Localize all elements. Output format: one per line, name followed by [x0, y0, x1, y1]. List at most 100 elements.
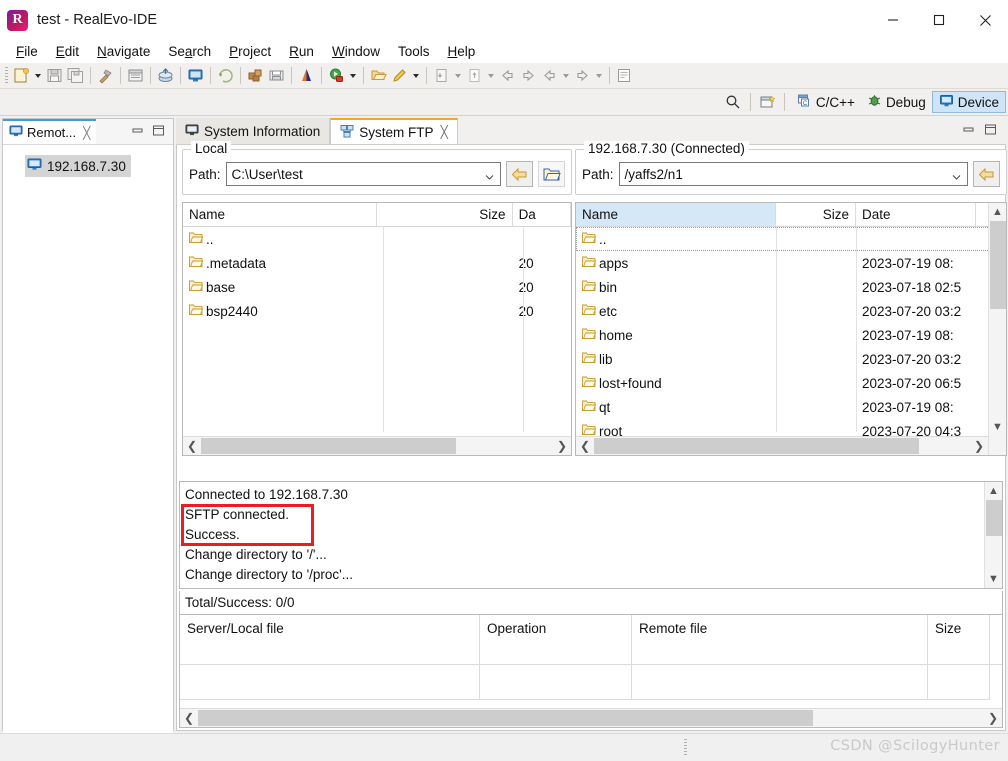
- edit-icon[interactable]: [389, 65, 410, 86]
- ftp-console[interactable]: Connected to 192.168.7.30 SFTP connected…: [179, 481, 1003, 589]
- prev-dropdown-icon[interactable]: [560, 65, 572, 86]
- scroll-down-icon[interactable]: ▼: [988, 570, 999, 588]
- close-icon[interactable]: ╳: [441, 125, 448, 139]
- scroll-track[interactable]: [989, 221, 1007, 418]
- remote-path-input[interactable]: /yaffs2/n1: [618, 162, 968, 186]
- local-col-name[interactable]: Name: [183, 203, 377, 226]
- local-col-date[interactable]: Da: [513, 203, 571, 226]
- chevron-down-icon[interactable]: [485, 170, 494, 180]
- build-hammer-icon[interactable]: [95, 65, 116, 86]
- scroll-up-icon[interactable]: ▲: [988, 482, 999, 500]
- table-row[interactable]: ..: [183, 227, 571, 251]
- chevron-down-icon[interactable]: [952, 170, 961, 180]
- scroll-thumb[interactable]: [201, 438, 456, 454]
- run-last-icon[interactable]: [215, 65, 236, 86]
- menu-file[interactable]: File: [7, 42, 47, 61]
- scroll-thumb[interactable]: [985, 500, 1002, 536]
- table-row[interactable]: etc 2023-07-20 03:2: [576, 299, 1006, 323]
- scroll-track[interactable]: [198, 709, 984, 727]
- tab-remote-systems[interactable]: Remot... ╳: [3, 119, 97, 144]
- build-all-icon[interactable]: [245, 65, 266, 86]
- maximize-button[interactable]: [916, 0, 962, 40]
- toolbar-grip[interactable]: [5, 66, 8, 85]
- remote-file-table[interactable]: Name Size Date .. apps 2023-07-19 08: bi…: [575, 202, 1007, 456]
- console-icon[interactable]: [185, 65, 206, 86]
- new-project-icon[interactable]: [125, 65, 146, 86]
- minimize-icon[interactable]: [131, 124, 144, 140]
- perspective-debug[interactable]: Debug: [861, 91, 932, 113]
- remote-col-size[interactable]: Size: [776, 203, 856, 226]
- scroll-thumb[interactable]: [594, 438, 919, 454]
- tree-item-host[interactable]: 192.168.7.30: [25, 155, 131, 177]
- toolchain-icon[interactable]: [296, 65, 317, 86]
- status-bar-grip[interactable]: [684, 739, 687, 755]
- new-editor-icon[interactable]: [614, 65, 635, 86]
- table-row[interactable]: apps 2023-07-19 08:: [576, 251, 1006, 275]
- maximize-icon[interactable]: [152, 124, 165, 140]
- remote-horizontal-scrollbar[interactable]: ❮ ❯: [576, 436, 988, 455]
- table-row[interactable]: bsp2440 20: [183, 299, 571, 323]
- menu-edit[interactable]: Edit: [47, 42, 88, 61]
- menu-search[interactable]: Search: [159, 42, 220, 61]
- transfer-col-operation[interactable]: Operation: [480, 615, 632, 664]
- minimize-button[interactable]: [870, 0, 916, 40]
- menu-tools[interactable]: Tools: [389, 42, 439, 61]
- scroll-track[interactable]: [201, 437, 553, 455]
- remote-col-date[interactable]: Date: [856, 203, 976, 226]
- table-row[interactable]: ..: [576, 227, 1006, 251]
- import-dropdown-icon[interactable]: [452, 65, 464, 86]
- close-icon[interactable]: ╳: [83, 126, 90, 140]
- transfer-col-remote[interactable]: Remote file: [632, 615, 928, 664]
- local-horizontal-scrollbar[interactable]: ❮ ❯: [183, 436, 571, 455]
- scroll-left-icon[interactable]: ❮: [180, 709, 198, 727]
- local-browse-button[interactable]: [538, 161, 565, 187]
- import-icon[interactable]: [431, 65, 452, 86]
- table-row[interactable]: base 20: [183, 275, 571, 299]
- next-dropdown-icon[interactable]: [593, 65, 605, 86]
- scroll-down-icon[interactable]: ▼: [992, 418, 1003, 436]
- publish-icon[interactable]: [155, 65, 176, 86]
- close-button[interactable]: [962, 0, 1008, 40]
- menu-project[interactable]: Project: [220, 42, 280, 61]
- scroll-left-icon[interactable]: ❮: [576, 437, 594, 455]
- run-icon[interactable]: [326, 65, 347, 86]
- maximize-icon[interactable]: [984, 123, 997, 139]
- open-perspective-icon[interactable]: [757, 92, 778, 113]
- export-icon[interactable]: [464, 65, 485, 86]
- minimize-icon[interactable]: [962, 123, 975, 139]
- new-file-icon[interactable]: [11, 65, 32, 86]
- scroll-right-icon[interactable]: ❯: [553, 437, 571, 455]
- table-row[interactable]: home 2023-07-19 08:: [576, 323, 1006, 347]
- local-back-button[interactable]: [506, 161, 533, 187]
- perspective-device[interactable]: Device: [931, 91, 1006, 113]
- export-dropdown-icon[interactable]: [485, 65, 497, 86]
- transfer-col-serverlocal[interactable]: Server/Local file: [180, 615, 480, 664]
- scroll-right-icon[interactable]: ❯: [970, 437, 988, 455]
- menu-window[interactable]: Window: [323, 42, 389, 61]
- tab-system-ftp[interactable]: System FTP ╳: [330, 118, 458, 144]
- table-row[interactable]: lib 2023-07-20 03:2: [576, 347, 1006, 371]
- save-icon[interactable]: [44, 65, 65, 86]
- scroll-track[interactable]: [594, 437, 970, 455]
- next-icon[interactable]: [572, 65, 593, 86]
- table-row[interactable]: bin 2023-07-18 02:5: [576, 275, 1006, 299]
- prev-icon[interactable]: [539, 65, 560, 86]
- menu-help[interactable]: Help: [439, 42, 485, 61]
- table-row[interactable]: .metadata 20: [183, 251, 571, 275]
- transfer-table[interactable]: Server/Local file Operation Remote file …: [179, 614, 1003, 728]
- local-col-size[interactable]: Size: [377, 203, 513, 226]
- table-row[interactable]: qt 2023-07-19 08:: [576, 395, 1006, 419]
- new-file-dropdown-icon[interactable]: [32, 65, 44, 86]
- menu-run[interactable]: Run: [280, 42, 323, 61]
- scroll-left-icon[interactable]: ❮: [183, 437, 201, 455]
- remote-back-button[interactable]: [973, 161, 1000, 187]
- scroll-right-icon[interactable]: ❯: [984, 709, 1002, 727]
- scroll-thumb[interactable]: [989, 221, 1006, 309]
- run-dropdown-icon[interactable]: [347, 65, 359, 86]
- transfer-col-size[interactable]: Size: [928, 615, 990, 664]
- menu-navigate[interactable]: Navigate: [88, 42, 159, 61]
- scroll-thumb[interactable]: [198, 710, 813, 726]
- scroll-up-icon[interactable]: ▲: [992, 203, 1003, 221]
- remote-vertical-scrollbar[interactable]: ▲ ▼: [988, 203, 1006, 455]
- open-folder-icon[interactable]: [266, 65, 287, 86]
